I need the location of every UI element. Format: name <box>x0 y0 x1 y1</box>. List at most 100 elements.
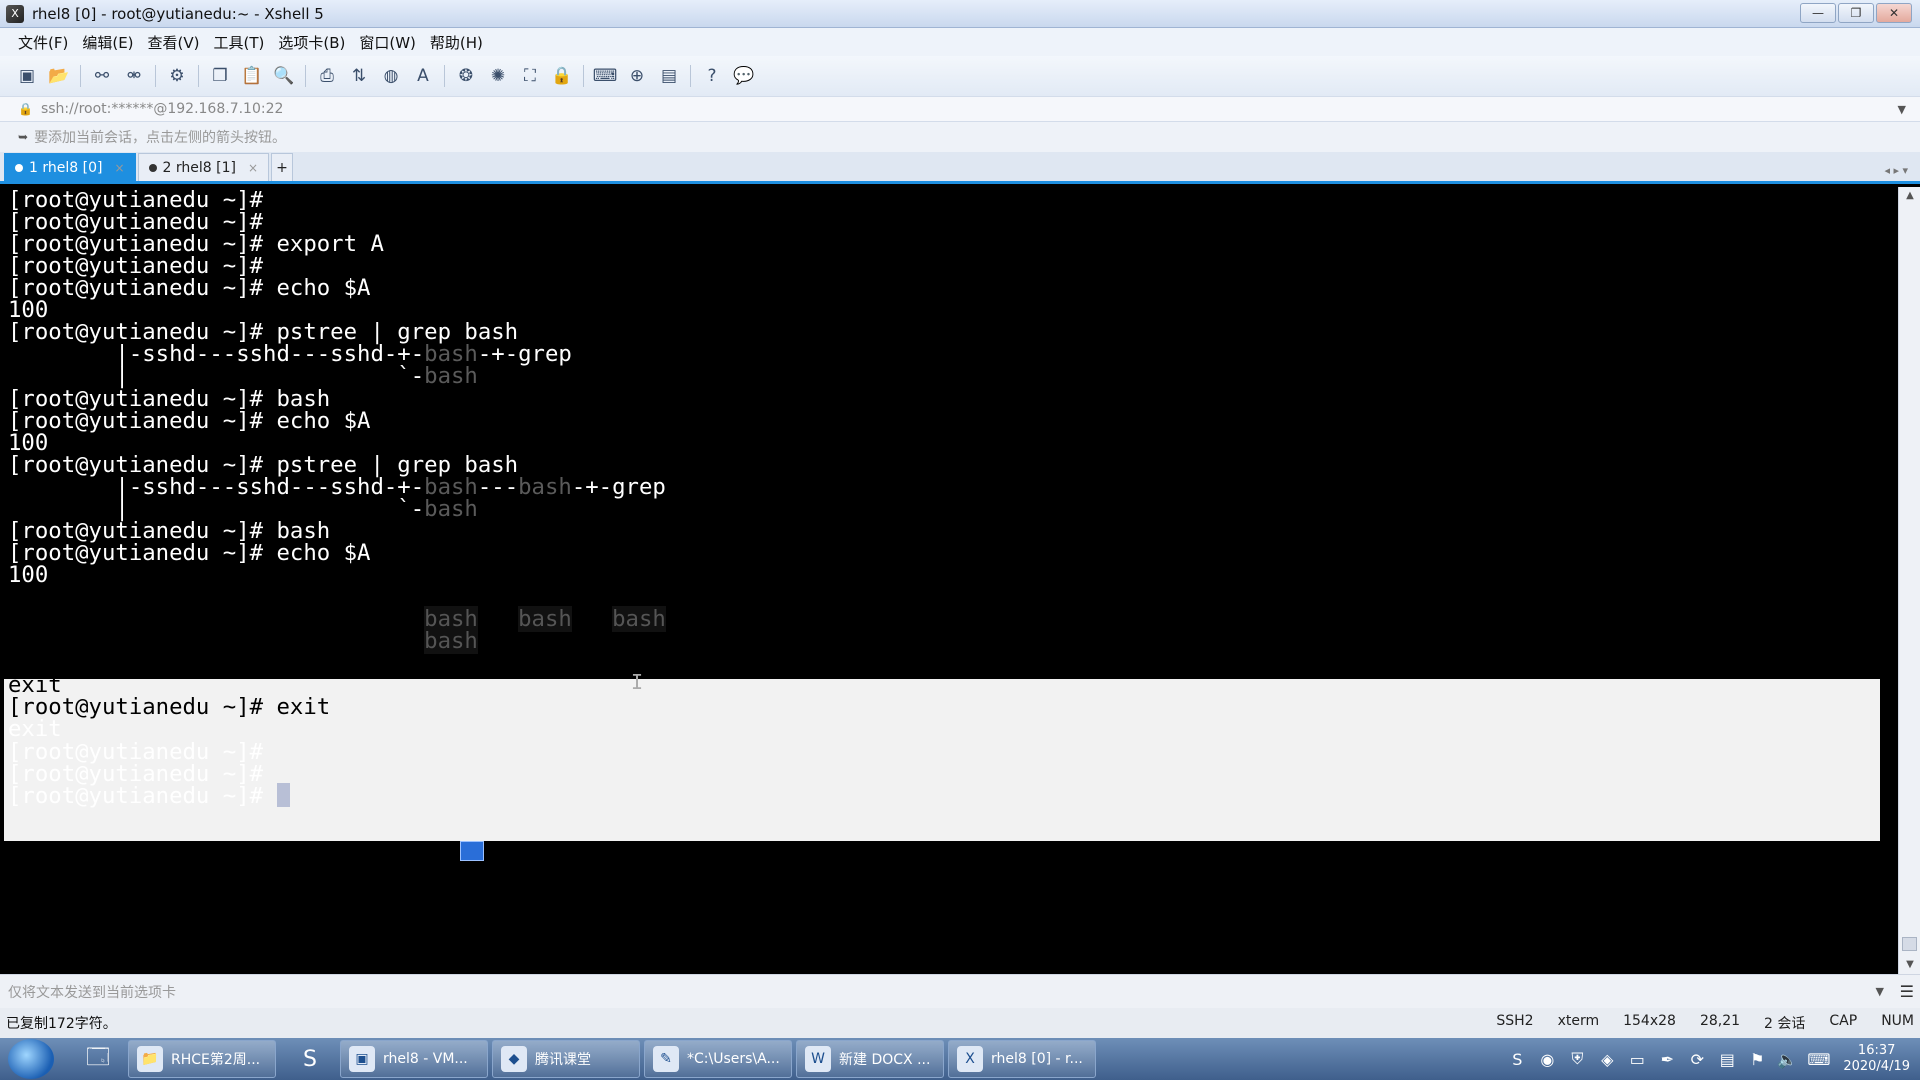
tab-bar: 1 rhel8 [0] × 2 rhel8 [1] × + ◂ ▸ ▾ <box>0 152 1920 184</box>
clock[interactable]: 16:37 2020/4/19 <box>1843 1043 1910 1075</box>
network-icon[interactable]: ◉ <box>1537 1050 1557 1069</box>
menu-window[interactable]: 窗口(W) <box>359 32 416 53</box>
scroll-up-icon[interactable]: ▲ <box>1899 187 1920 205</box>
tab-scroll-arrows[interactable]: ◂ ▸ ▾ <box>1884 164 1908 177</box>
terminal-line: [root@yutianedu ~]# echo $A <box>8 407 371 434</box>
task-tencent-class[interactable]: ◆ 腾讯课堂 <box>492 1040 640 1078</box>
print-icon[interactable]: ⎙ <box>316 65 338 87</box>
chevron-down-icon[interactable]: ▼ <box>1898 103 1906 116</box>
properties-icon[interactable]: ⚙ <box>166 65 188 87</box>
xshell-app-icon[interactable]: X <box>6 4 24 23</box>
status-caps: CAP <box>1829 1013 1858 1029</box>
toolbar-separator <box>444 65 445 87</box>
task-notepad[interactable]: ✎ *C:\Users\A... <box>644 1040 792 1078</box>
security-icon[interactable]: ◈ <box>1597 1050 1617 1069</box>
tab-rhel8-1[interactable]: 2 rhel8 [1] × <box>137 153 269 181</box>
vertical-scrollbar[interactable]: ▲ ▼ <box>1898 187 1920 974</box>
help-icon[interactable]: ? <box>701 65 723 87</box>
lock-icon: 🔒 <box>18 102 33 116</box>
task-folder[interactable]: 📁 RHCE第2周... <box>128 1040 276 1078</box>
close-button[interactable]: ✕ <box>1876 3 1912 23</box>
compose-bar[interactable]: 仅将文本发送到当前选项卡 ▼ ☰ <box>0 974 1920 1008</box>
find-icon[interactable]: 🔍 <box>273 65 295 87</box>
keyboard-icon[interactable]: ⌨ <box>593 65 618 87</box>
tab-close-icon[interactable]: × <box>114 161 124 175</box>
start-button[interactable] <box>8 1039 54 1079</box>
connect-icon[interactable]: ⚯ <box>91 65 113 87</box>
volume-icon[interactable]: 🔈 <box>1777 1050 1797 1069</box>
tencent-class-icon: ◆ <box>501 1046 527 1072</box>
status-dot-icon <box>15 163 23 172</box>
flag-icon[interactable]: ⚑ <box>1747 1050 1767 1069</box>
status-message: 已复制172字符。 <box>6 1016 117 1032</box>
compose-icon[interactable]: ⊕ <box>626 65 648 87</box>
menu-edit[interactable]: 编辑(E) <box>82 32 133 53</box>
status-terminal-type: xterm <box>1557 1013 1600 1029</box>
toolbar-separator <box>305 65 306 87</box>
tab-rhel8-0[interactable]: 1 rhel8 [0] × <box>4 153 136 181</box>
new-tab-button[interactable]: + <box>271 153 293 181</box>
maximize-button[interactable]: ❐ <box>1838 3 1874 23</box>
status-cursor-pos: 28,21 <box>1699 1013 1741 1029</box>
minimize-button[interactable]: — <box>1800 3 1836 23</box>
font-icon[interactable]: A <box>412 65 434 87</box>
disconnect-icon[interactable]: ⚮ <box>123 65 145 87</box>
menu-help[interactable]: 帮助(H) <box>430 32 483 53</box>
status-protocol: SSH2 <box>1496 1013 1534 1029</box>
xagent-icon[interactable]: ✺ <box>487 65 509 87</box>
shield-icon[interactable]: ⛨ <box>1567 1049 1587 1069</box>
new-session-icon[interactable]: ▣ <box>16 65 38 87</box>
pinned-app-icon[interactable]: 🗔 <box>68 1040 128 1078</box>
toolbar-separator <box>155 65 156 87</box>
menu-tools[interactable]: 工具(T) <box>214 32 265 53</box>
status-sessions: 2 会话 <box>1764 1016 1806 1032</box>
toolbar-separator <box>583 65 584 87</box>
chat-icon[interactable]: 💬 <box>733 65 755 87</box>
compose-input[interactable]: 仅将文本发送到当前选项卡 <box>8 982 176 1002</box>
globe-icon[interactable]: ◍ <box>380 65 402 87</box>
xftp-icon[interactable]: ❂ <box>455 65 477 87</box>
menu-tabs[interactable]: 选项卡(B) <box>278 32 345 53</box>
task-label: 腾讯课堂 <box>535 1052 591 1068</box>
menu-bar: 文件(F) 编辑(E) 查看(V) 工具(T) 选项卡(B) 窗口(W) 帮助(… <box>0 28 1920 56</box>
fullscreen-icon[interactable]: ⛶ <box>519 65 541 87</box>
transfer-icon[interactable]: ⇅ <box>348 65 370 87</box>
vmware-icon: ▣ <box>349 1046 375 1072</box>
menu-file[interactable]: 文件(F) <box>18 32 68 53</box>
system-tray: S ◉ ⛨ ◈ ▭ ✒ ⟳ ▤ ⚑ 🔈 ⌨ 16:37 2020/4/19 <box>1507 1038 1910 1080</box>
menu-view[interactable]: 查看(V) <box>148 32 200 53</box>
address-bar[interactable]: 🔒 ssh://root:******@192.168.7.10:22 ▼ <box>0 96 1920 122</box>
monitor-icon[interactable]: ▤ <box>1717 1050 1737 1069</box>
task-label: *C:\Users\A... <box>687 1051 780 1067</box>
address-text[interactable]: ssh://root:******@192.168.7.10:22 <box>41 101 283 117</box>
status-items: SSH2 xterm 154x28 28,21 2 会话 CAP NUM <box>1496 1013 1914 1033</box>
chevron-down-icon[interactable]: ▼ <box>1876 985 1884 998</box>
arrow-icon[interactable]: ➥ <box>18 130 28 144</box>
paste-hint-icon[interactable] <box>460 841 484 861</box>
task-vmware[interactable]: ▣ rhel8 - VM... <box>340 1040 488 1078</box>
sync-icon[interactable]: ⟳ <box>1687 1050 1707 1069</box>
lock-icon[interactable]: 🔒 <box>551 65 573 87</box>
sogou-icon[interactable]: S <box>1507 1050 1527 1069</box>
tab-label: 1 rhel8 [0] <box>29 159 103 176</box>
paste-icon[interactable]: 📋 <box>241 65 263 87</box>
scroll-down-icon[interactable]: ▼ <box>1899 956 1920 974</box>
task-xshell[interactable]: X rhel8 [0] - r... <box>948 1040 1096 1078</box>
task-wps[interactable]: W 新建 DOCX ... <box>796 1040 944 1078</box>
layout-icon[interactable]: ▤ <box>658 65 680 87</box>
pinned-s-icon[interactable]: S <box>280 1040 340 1078</box>
title-bar: X rhel8 [0] - root@yutianedu:~ - Xshell … <box>0 0 1920 28</box>
display-icon[interactable]: ▭ <box>1627 1050 1647 1069</box>
toolbar-separator <box>198 65 199 87</box>
keyboard-tray-icon[interactable]: ⌨ <box>1807 1050 1830 1069</box>
status-dot-icon <box>148 163 157 172</box>
tab-close-icon[interactable]: × <box>248 161 258 175</box>
notepad-icon: ✎ <box>653 1046 679 1072</box>
pen-icon[interactable]: ✒ <box>1657 1050 1677 1069</box>
scroll-thumb[interactable] <box>1902 937 1917 951</box>
menu-icon[interactable]: ☰ <box>1900 982 1914 1001</box>
clock-time: 16:37 <box>1857 1043 1896 1058</box>
open-icon[interactable]: 📂 <box>48 65 70 87</box>
terminal-area[interactable]: [root@yutianedu ~]# [root@yutianedu ~]# [r… <box>0 187 1898 974</box>
copy-icon[interactable]: ❐ <box>209 65 231 87</box>
